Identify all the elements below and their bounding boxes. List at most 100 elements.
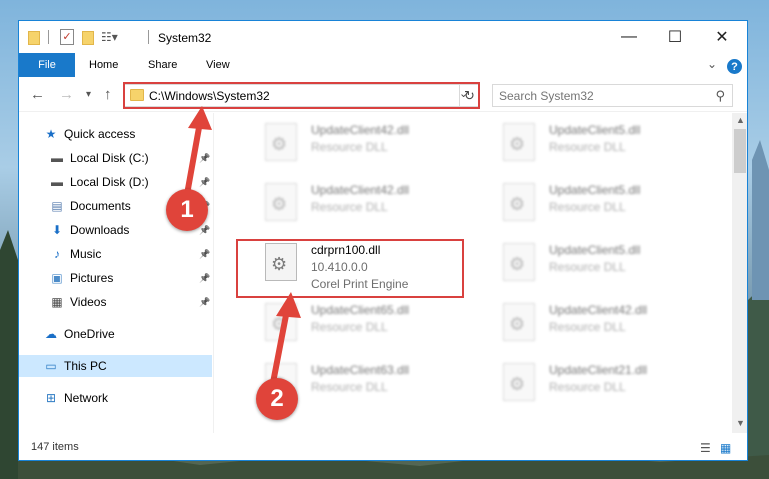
- file-detail: Resource DLL: [549, 320, 626, 334]
- sidebar-item-label: Videos: [70, 295, 107, 309]
- sidebar-item-network[interactable]: ⊞ Network: [19, 387, 212, 409]
- file-name: UpdateClient42.dll: [549, 303, 648, 317]
- sidebar-item-this-pc[interactable]: ▭ This PC: [19, 355, 212, 377]
- scroll-up-icon[interactable]: ▲: [736, 115, 745, 125]
- sidebar-item-label: Music: [70, 247, 102, 261]
- gear-icon: ⚙: [509, 314, 526, 334]
- gear-icon: ⚙: [271, 194, 288, 214]
- file-item[interactable]: ⚙ UpdateClient5.dll Resource DLL: [497, 241, 727, 297]
- network-icon: ⊞: [45, 391, 57, 405]
- step-badge-1: 1: [166, 189, 208, 231]
- chevron-down-icon[interactable]: ⌄: [707, 57, 717, 71]
- star-icon: ★: [45, 127, 57, 141]
- gear-icon: ⚙: [509, 254, 526, 274]
- file-detail: Resource DLL: [311, 380, 388, 394]
- gear-icon: ⚙: [271, 254, 288, 274]
- dll-file-icon: ⚙: [503, 363, 535, 401]
- maximize-button[interactable]: ☐: [652, 21, 698, 53]
- scroll-down-icon[interactable]: ▼: [736, 418, 745, 428]
- properties-icon[interactable]: ✓: [60, 29, 74, 45]
- title-bar: ✓ ☷▾ System32 — ☐ ✕: [19, 21, 747, 53]
- up-arrow-icon[interactable]: ↑: [104, 86, 112, 103]
- sidebar-item-local-disk-c[interactable]: ▬ Local Disk (C:) 📌: [19, 147, 212, 169]
- details-view-icon[interactable]: ☰: [700, 441, 711, 455]
- close-button[interactable]: ✕: [699, 21, 745, 53]
- help-icon[interactable]: ?: [727, 59, 742, 74]
- gear-icon: ⚙: [509, 194, 526, 214]
- sidebar-item-label: OneDrive: [64, 327, 115, 341]
- dll-file-icon: ⚙: [265, 123, 297, 161]
- sidebar-item-label: This PC: [64, 359, 107, 373]
- dll-file-icon: ⚙: [503, 123, 535, 161]
- file-name: cdrprn100.dll: [311, 243, 381, 257]
- pin-icon: 📌: [199, 176, 211, 187]
- search-field[interactable]: ⚲: [492, 84, 733, 107]
- scrollbar-thumb[interactable]: [734, 129, 746, 173]
- music-icon: ♪: [54, 247, 60, 261]
- sidebar-item-quick-access[interactable]: ★ Quick access: [19, 123, 212, 145]
- sidebar-item-label: Quick access: [64, 127, 136, 141]
- address-path[interactable]: C:\Windows\System32: [149, 89, 270, 103]
- large-icons-view-icon[interactable]: ▦: [720, 441, 731, 455]
- file-detail: Resource DLL: [549, 140, 626, 154]
- tab-view[interactable]: View: [206, 59, 230, 71]
- dll-file-icon: ⚙: [265, 303, 297, 341]
- file-name: UpdateClient21.dll: [549, 363, 648, 377]
- sidebar-item-label: Network: [64, 391, 109, 405]
- item-count: 147 items: [31, 441, 79, 453]
- sidebar-item-onedrive[interactable]: ☁ OneDrive: [19, 323, 212, 345]
- address-bar-row: ← → ▾ ↑ C:\Windows\System32 ⌄ ↻ ⚲: [19, 78, 747, 112]
- file-item[interactable]: ⚙ UpdateClient5.dll Resource DLL: [497, 181, 727, 237]
- sidebar-item-label: Downloads: [70, 223, 130, 237]
- file-name: UpdateClient5.dll: [549, 243, 641, 257]
- file-item[interactable]: ⚙ UpdateClient5.dll Resource DLL: [497, 121, 727, 177]
- drive-icon: ▬: [51, 175, 63, 189]
- dll-file-icon: ⚙: [503, 303, 535, 341]
- file-item[interactable]: ⚙ UpdateClient42.dll Resource DLL: [497, 301, 727, 357]
- download-icon: ⬇: [51, 223, 63, 237]
- refresh-icon[interactable]: ↻: [459, 84, 480, 107]
- file-name: UpdateClient5.dll: [549, 123, 641, 137]
- file-detail: 10.410.0.0: [311, 260, 368, 274]
- new-folder-icon[interactable]: [82, 31, 94, 45]
- vertical-scrollbar[interactable]: ▲ ▼: [732, 113, 747, 433]
- address-field[interactable]: C:\Windows\System32 ⌄: [123, 84, 480, 107]
- window-title: System32: [158, 31, 212, 45]
- search-icon[interactable]: ⚲: [715, 88, 725, 104]
- sidebar-item-label: Pictures: [70, 271, 114, 285]
- documents-icon: ▤: [51, 199, 63, 213]
- file-item[interactable]: ⚙ UpdateClient42.dll Resource DLL: [259, 181, 489, 237]
- sidebar-item-label: Documents: [70, 199, 131, 213]
- dll-file-icon: ⚙: [265, 183, 297, 221]
- tab-home[interactable]: Home: [89, 59, 118, 71]
- pictures-icon: ▣: [51, 271, 63, 285]
- file-name: UpdateClient5.dll: [549, 183, 641, 197]
- tab-share[interactable]: Share: [148, 59, 177, 71]
- sidebar-item-label: Local Disk (D:): [70, 175, 149, 189]
- sidebar-item-pictures[interactable]: ▣ Pictures 📌: [19, 267, 212, 289]
- search-input[interactable]: [499, 89, 699, 103]
- gear-icon: ⚙: [271, 134, 288, 154]
- recent-locations-icon[interactable]: ▾: [86, 89, 91, 100]
- file-name: UpdateClient42.dll: [311, 183, 410, 197]
- gear-icon: ⚙: [509, 374, 526, 394]
- gear-icon: ⚙: [271, 314, 288, 334]
- tab-file[interactable]: File: [19, 53, 75, 77]
- file-detail: Resource DLL: [311, 200, 388, 214]
- folder-icon: [130, 89, 144, 101]
- minimize-button[interactable]: —: [606, 21, 652, 53]
- file-name: UpdateClient63.dll: [311, 363, 410, 377]
- file-item[interactable]: ⚙ cdrprn100.dll 10.410.0.0 Corel Print Engi…: [259, 241, 489, 297]
- explorer-window: ✓ ☷▾ System32 — ☐ ✕ File Home Share View…: [18, 20, 748, 461]
- step-badge-2: 2: [256, 378, 298, 420]
- forward-arrow-icon[interactable]: →: [59, 86, 74, 103]
- file-item[interactable]: ⚙ UpdateClient42.dll Resource DLL: [259, 121, 489, 177]
- back-arrow-icon[interactable]: ←: [30, 86, 45, 103]
- ribbon-tabs: File Home Share View ⌄: [19, 53, 747, 77]
- sidebar-item-music[interactable]: ♪ Music 📌: [19, 243, 212, 265]
- sidebar-item-videos[interactable]: ▦ Videos 📌: [19, 291, 212, 313]
- computer-icon: ▭: [45, 359, 57, 373]
- file-item[interactable]: ⚙ UpdateClient65.dll Resource DLL: [259, 301, 489, 357]
- file-item[interactable]: ⚙ UpdateClient21.dll Resource DLL: [497, 361, 727, 417]
- customize-toolbar-icon[interactable]: ☷▾: [101, 30, 118, 46]
